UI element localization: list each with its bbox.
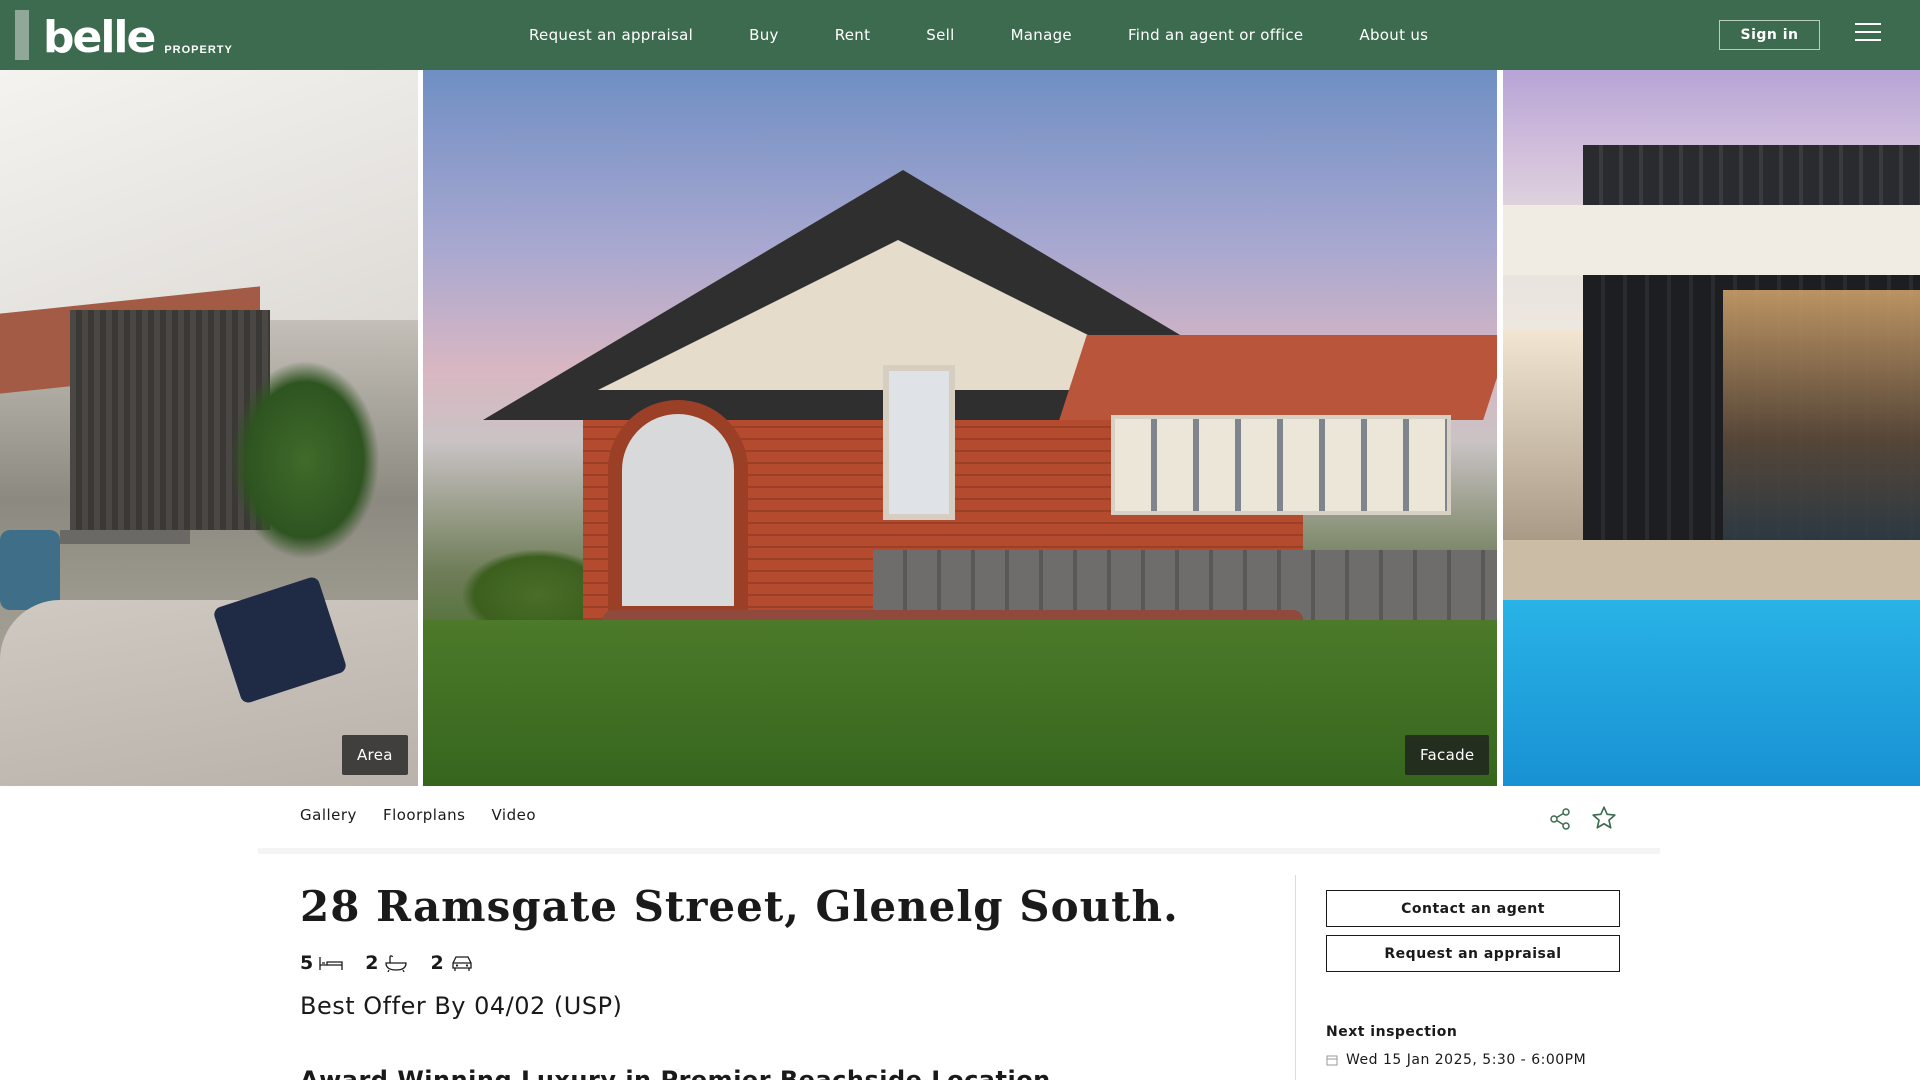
calendar-icon <box>1326 1055 1338 1066</box>
bath-icon <box>385 955 408 972</box>
request-appraisal-button[interactable]: Request an appraisal <box>1326 935 1620 972</box>
nav-find-agent[interactable]: Find an agent or office <box>1128 26 1303 44</box>
media-tabs: Gallery Floorplans Video <box>300 806 562 824</box>
favourite-star-icon[interactable] <box>1591 805 1617 831</box>
main-nav: Request an appraisal Buy Rent Sell Manag… <box>529 0 1484 70</box>
photo-tag-area: Area <box>342 735 408 775</box>
section-divider <box>258 848 1660 854</box>
outdoor-table <box>60 530 190 544</box>
nav-buy[interactable]: Buy <box>749 26 779 44</box>
nav-manage[interactable]: Manage <box>1011 26 1072 44</box>
tab-gallery[interactable]: Gallery <box>300 806 357 824</box>
car-icon <box>452 956 472 971</box>
site-header: belle PROPERTY Request an appraisal Buy … <box>0 0 1920 70</box>
contact-agent-button[interactable]: Contact an agent <box>1326 890 1620 927</box>
front-lawn <box>423 620 1497 786</box>
nav-sell[interactable]: Sell <box>926 26 954 44</box>
inspection-time: Wed 15 Jan 2025, 5:30 - 6:00PM <box>1346 1052 1587 1068</box>
gallery-photo-pool[interactable] <box>1503 70 1920 786</box>
front-windows <box>1111 415 1451 515</box>
bathrooms-feature: 2 <box>365 952 408 974</box>
property-features: 5 2 2 <box>300 952 496 974</box>
bedrooms-count: 5 <box>300 952 314 974</box>
column-divider <box>1295 875 1296 1080</box>
property-address: 28 Ramsgate Street, Glenelg South. <box>300 882 1179 931</box>
logo-subtext: PROPERTY <box>164 44 233 56</box>
logo-bar <box>15 10 29 60</box>
carspaces-feature: 2 <box>430 952 473 974</box>
menu-line <box>1855 39 1881 41</box>
menu-line <box>1855 31 1881 33</box>
brick-archway <box>608 400 748 620</box>
hamburger-menu-icon[interactable] <box>1855 23 1881 45</box>
sign-in-button[interactable]: Sign in <box>1719 20 1820 50</box>
listing-headline: Award Winning Luxury in Premier Beachsid… <box>300 1066 1051 1080</box>
nav-about-us[interactable]: About us <box>1359 26 1428 44</box>
nav-request-appraisal[interactable]: Request an appraisal <box>529 26 693 44</box>
swimming-pool <box>1503 600 1920 786</box>
interior-view <box>1503 330 1583 540</box>
nav-rent[interactable]: Rent <box>835 26 871 44</box>
ceiling <box>0 70 418 320</box>
roof-cladding <box>1583 145 1920 205</box>
menu-line <box>1855 23 1881 25</box>
photo-tag-facade: Facade <box>1405 735 1490 775</box>
tab-video[interactable]: Video <box>491 806 536 824</box>
next-inspection-heading: Next inspection <box>1326 1024 1458 1040</box>
share-icon[interactable] <box>1548 807 1572 831</box>
potted-plant <box>230 360 380 560</box>
bay-window <box>883 365 955 520</box>
gallery-photo-facade[interactable] <box>423 70 1497 786</box>
tab-floorplans[interactable]: Floorplans <box>383 806 466 824</box>
logo-wordmark: belle <box>43 12 156 63</box>
bathrooms-count: 2 <box>365 952 379 974</box>
blue-cushion <box>0 530 60 610</box>
inspection-time-row[interactable]: Wed 15 Jan 2025, 5:30 - 6:00PM <box>1326 1052 1586 1068</box>
glass-doors <box>1723 290 1920 540</box>
roof-slab <box>1503 205 1920 275</box>
price-guide: Best Offer By 04/02 (USP) <box>300 992 623 1020</box>
carspaces-count: 2 <box>430 952 444 974</box>
pool-deck <box>1503 540 1920 600</box>
brand-logo[interactable]: belle PROPERTY <box>15 10 233 60</box>
bedrooms-feature: 5 <box>300 952 343 974</box>
bed-icon <box>319 957 343 970</box>
gallery-photo-area[interactable] <box>0 70 418 786</box>
tiled-roof <box>1059 335 1497 420</box>
